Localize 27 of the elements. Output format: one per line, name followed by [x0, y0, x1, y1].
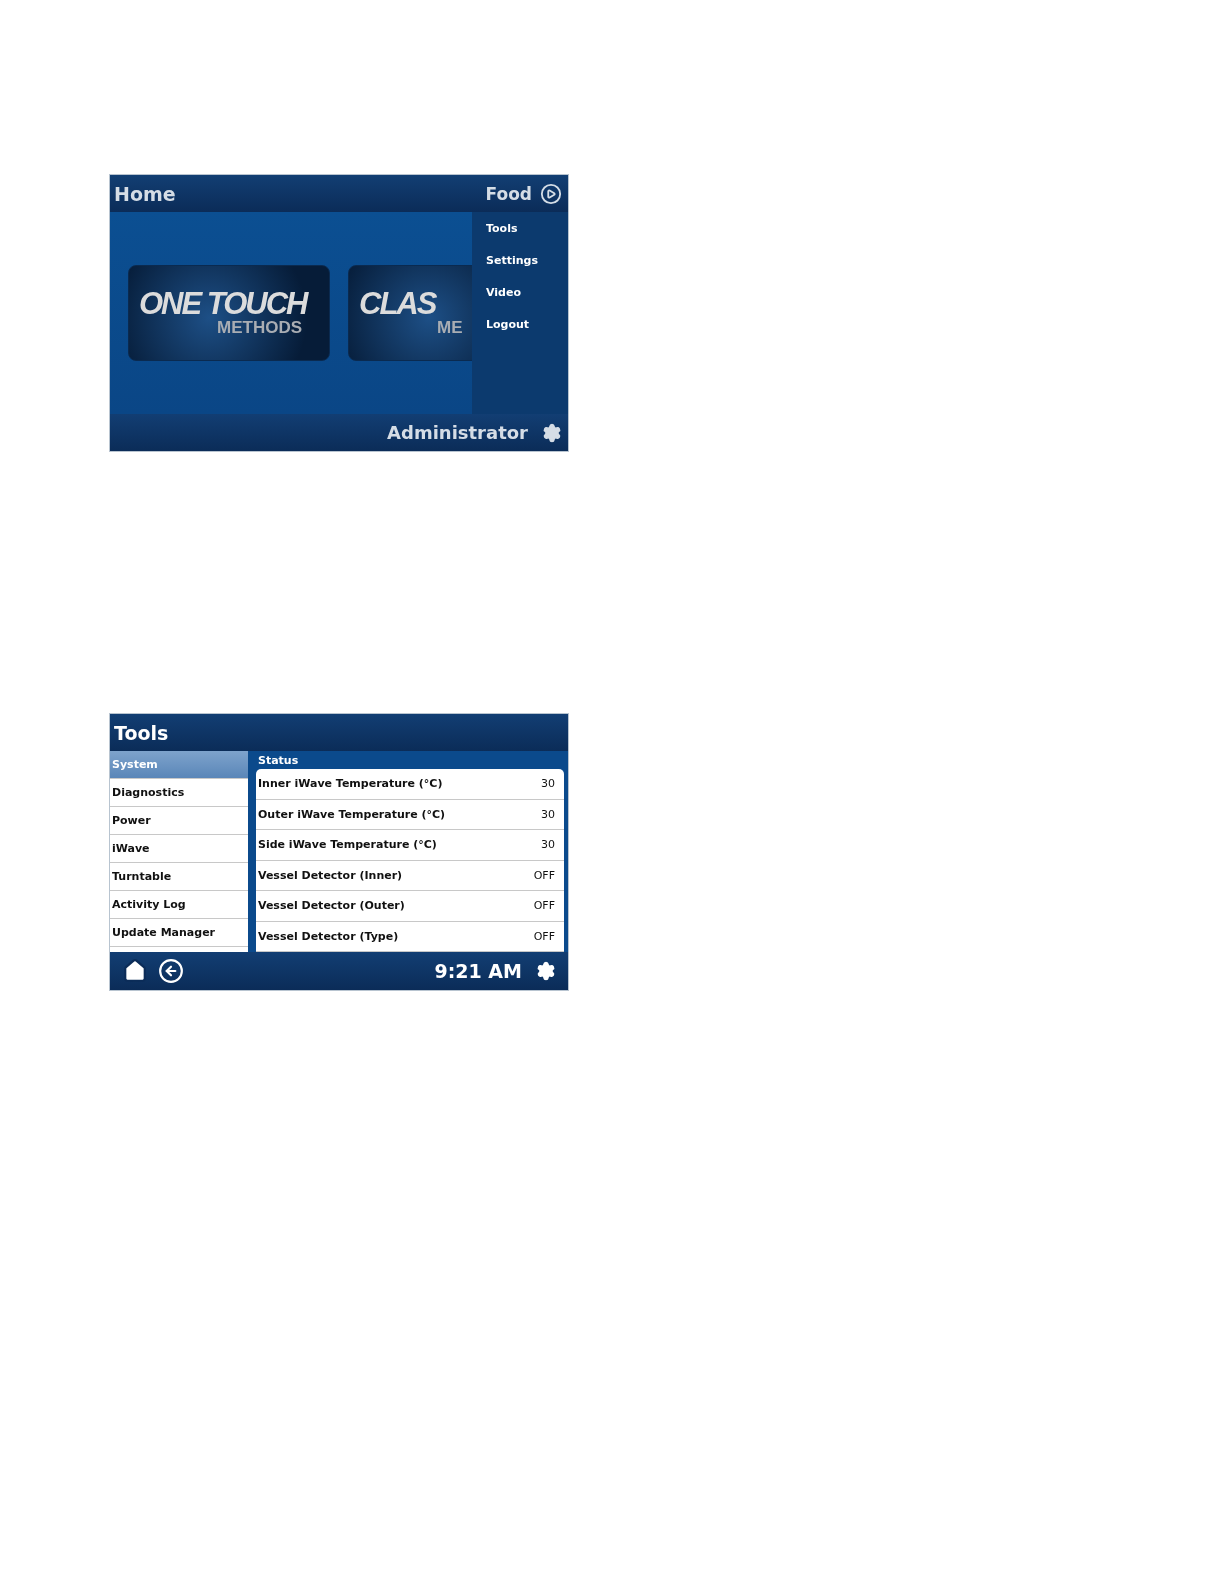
row-label: Side iWave Temperature (°C) [258, 838, 437, 852]
screen-title: Tools [114, 721, 169, 744]
menu-item[interactable]: Tools [486, 222, 568, 240]
tile-subtitle: METHODS [217, 319, 302, 338]
mode-label[interactable]: Food [485, 183, 532, 204]
row-value: 30 [541, 777, 555, 791]
section-title: Status [257, 753, 300, 769]
row-value: OFF [533, 868, 555, 882]
user-name: Administrator [387, 422, 528, 443]
tile-subtitle: ME [437, 319, 463, 338]
clock-time: 9:21 AM [434, 960, 522, 982]
back-icon[interactable] [158, 958, 184, 984]
row-value: OFF [533, 899, 555, 913]
row-label: Vessel Detector (Inner) [258, 868, 403, 882]
screen-title: Home [114, 182, 176, 205]
row-label: Inner iWave Temperature (°C) [258, 777, 443, 791]
play-icon[interactable] [540, 182, 562, 205]
row-label: Vessel Detector (Type) [258, 929, 399, 943]
home-icon[interactable] [122, 958, 148, 984]
row-label: Vessel Detector (Outer) [258, 899, 405, 913]
row-value: 30 [541, 807, 555, 821]
row-label: Outer iWave Temperature (°C) [258, 807, 446, 821]
methods-tile[interactable]: ONE TOUCH METHODS [128, 265, 330, 361]
tile-title: CLAS [359, 288, 436, 320]
tile-title: ONE TOUCH [139, 288, 307, 320]
row-value: 30 [541, 838, 555, 852]
row-value: OFF [533, 929, 555, 943]
